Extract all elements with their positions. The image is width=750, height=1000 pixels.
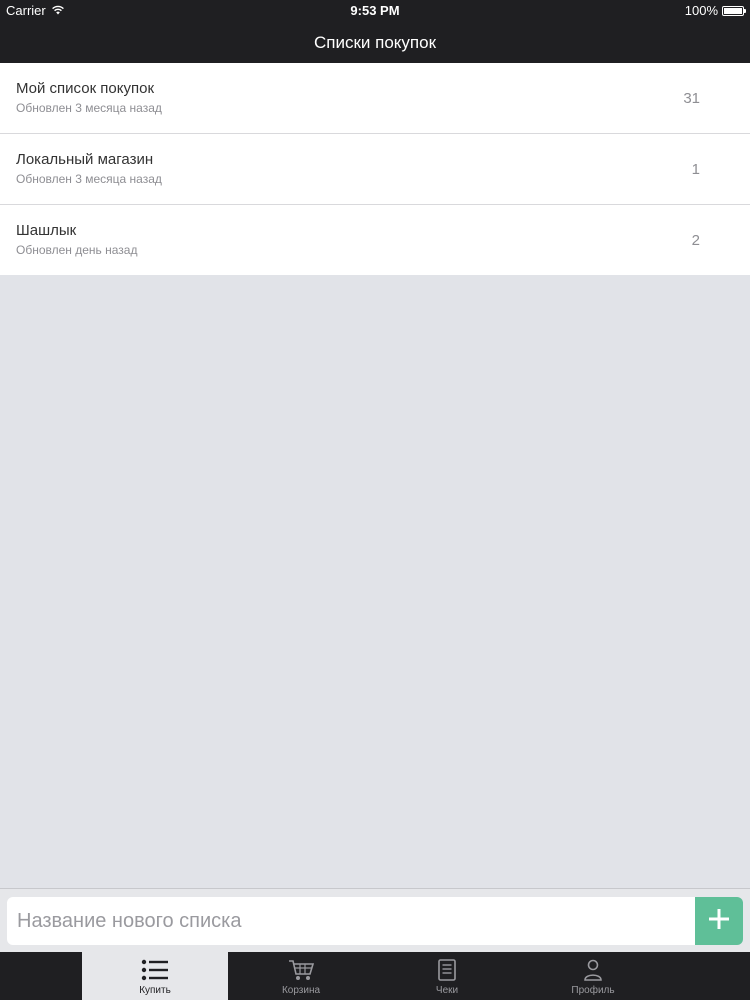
list-item-title: Шашлык <box>16 222 77 239</box>
battery-icon <box>722 5 746 16</box>
list-item-updated: Обновлен 3 месяца назад <box>16 172 162 186</box>
list-item-updated: Обновлен 3 месяца назад <box>16 101 162 115</box>
tab-buy-label: Купить <box>139 985 171 996</box>
add-list-button[interactable] <box>695 897 743 945</box>
list-item-title: Локальный магазин <box>16 151 154 168</box>
plus-icon <box>708 908 730 935</box>
app-screen: Carrier 9:53 PM 100% Списки покупок Мой … <box>0 0 750 1000</box>
cart-icon <box>288 958 314 982</box>
receipt-icon <box>437 958 457 982</box>
user-icon <box>583 958 603 982</box>
list-item-count: 2 <box>691 232 700 249</box>
navigation-bar: Списки покупок <box>0 22 750 63</box>
list-item[interactable]: Локальный магазин Обновлен 3 месяца наза… <box>0 134 750 205</box>
status-time: 9:53 PM <box>350 3 400 18</box>
page-title: Списки покупок <box>313 32 437 52</box>
new-list-bar <box>0 888 750 952</box>
list-item[interactable]: Шашлык Обновлен день назад 2 <box>0 205 750 275</box>
status-bar: Carrier 9:53 PM 100% <box>0 0 750 22</box>
tab-buy[interactable]: Купить <box>82 952 228 1000</box>
tab-receipts-label: Чеки <box>435 985 459 996</box>
shopping-lists: Мой список покупок Обновлен 3 месяца наз… <box>0 63 750 275</box>
list-item-updated: Обновлен день назад <box>16 243 138 257</box>
list-item-title: Мой список покупок <box>16 80 155 97</box>
list-item[interactable]: Мой список покупок Обновлен 3 месяца наз… <box>0 63 750 134</box>
tab-profile[interactable]: Профиль <box>520 952 666 1000</box>
new-list-name-input[interactable] <box>7 897 695 945</box>
list-item-count: 1 <box>691 161 700 178</box>
tab-cart[interactable]: Корзина <box>228 952 374 1000</box>
status-battery-group: 100% <box>684 3 746 18</box>
tab-receipts[interactable]: Чеки <box>374 952 520 1000</box>
list-item-count: 31 <box>683 90 700 107</box>
list-icon <box>141 958 169 982</box>
tab-cart-label: Корзина <box>281 985 321 996</box>
tab-profile-label: Профиль <box>571 985 615 996</box>
tab-bar: Купить Корзина Чеки Профиль <box>0 952 750 1000</box>
battery-percent: 100% <box>684 3 718 18</box>
